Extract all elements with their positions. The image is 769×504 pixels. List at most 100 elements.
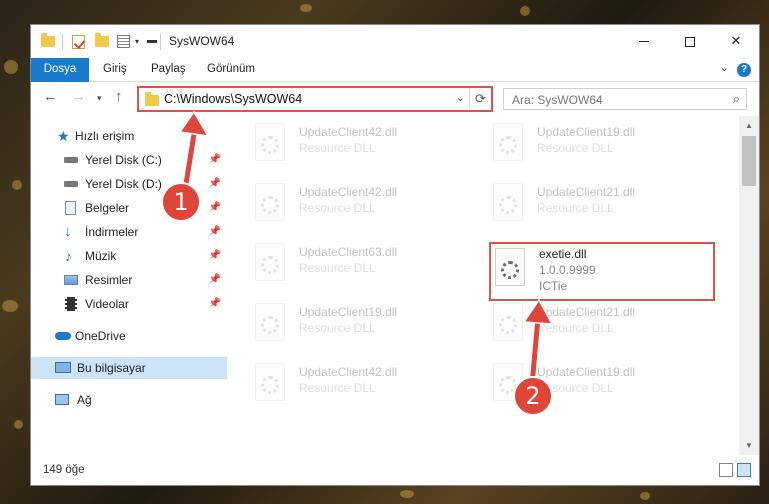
refresh-button[interactable]: ⟳ — [469, 88, 491, 110]
star-icon: ★ — [57, 128, 70, 144]
title-bar: ▾ ▬ SysWOW64 ✕ — [31, 25, 759, 58]
sidebar-item-this-pc[interactable]: Bu bilgisayar — [31, 357, 227, 379]
search-icon[interactable]: ⌕ — [733, 91, 740, 107]
step-1-badge: 1 — [161, 182, 201, 222]
divider — [160, 34, 161, 50]
maximize-button[interactable] — [667, 25, 713, 57]
sidebar-item-label: Müzik — [85, 249, 117, 263]
step-2-badge: 2 — [513, 376, 553, 416]
tab-share[interactable]: Paylaş — [139, 58, 198, 81]
scroll-up-icon[interactable]: ▲ — [739, 119, 759, 133]
new-folder-icon[interactable] — [95, 33, 109, 47]
gear-icon — [499, 136, 517, 154]
chevron-down-icon[interactable]: ▾ — [135, 37, 139, 53]
sidebar-item-label: Hızlı erişim — [75, 129, 135, 143]
tab-home[interactable]: Giriş — [91, 58, 139, 81]
search-placeholder: Ara: SysWOW64 — [512, 93, 603, 107]
sidebar-item-label: Belgeler — [85, 201, 130, 215]
navigation-pane: ★ Hızlı erişim Yerel Disk (C:) 📌 Yerel D… — [31, 116, 227, 456]
help-icon[interactable]: ? — [737, 63, 751, 77]
minimize-button[interactable] — [621, 25, 667, 57]
file-item[interactable]: UpdateClient63.dll Resource DLL — [227, 239, 447, 291]
search-input[interactable]: Ara: SysWOW64 ⌕ — [503, 88, 747, 110]
drive-icon — [64, 181, 78, 187]
documents-icon — [65, 201, 76, 215]
file-name: UpdateClient19.dll — [537, 365, 636, 379]
dll-file-icon — [255, 123, 285, 161]
cloud-icon — [55, 332, 71, 340]
back-button[interactable]: ← — [43, 88, 58, 105]
dll-file-icon — [255, 363, 285, 401]
dll-file-icon — [493, 303, 523, 341]
file-item[interactable]: UpdateClient21.dll Resource DLL — [465, 179, 685, 231]
file-name: UpdateClient42.dll — [299, 365, 398, 379]
pin-icon[interactable]: 📌 — [209, 269, 221, 291]
file-item-exetie[interactable]: exetie.dll 1.0.0.9999 ICTie — [467, 244, 687, 296]
dll-file-icon — [255, 303, 285, 341]
close-button[interactable]: ✕ — [713, 25, 759, 57]
pin-icon[interactable]: 📌 — [209, 293, 221, 315]
details-view-icon[interactable] — [719, 463, 733, 477]
file-description: Resource DLL — [537, 321, 614, 335]
sidebar-item-network[interactable]: Ağ — [31, 389, 227, 411]
properties-icon[interactable] — [117, 35, 130, 48]
status-bar: 149 öğe — [31, 455, 759, 485]
pin-icon[interactable]: 📌 — [209, 149, 221, 171]
forward-button[interactable]: → — [71, 88, 86, 105]
file-item[interactable]: UpdateClient21.dll Resource DLL — [465, 299, 685, 351]
pin-icon[interactable]: 📌 — [209, 197, 221, 219]
gear-icon — [261, 316, 279, 334]
file-item[interactable]: UpdateClient19.dll Resource DLL — [465, 359, 685, 411]
tab-view[interactable]: Görünüm — [195, 58, 267, 81]
address-bar[interactable]: C:\Windows\SysWOW64 ⌄ ⟳ — [137, 86, 493, 112]
file-description: Resource DLL — [299, 381, 376, 395]
chevron-down-icon[interactable]: ⌄ — [720, 61, 729, 74]
gear-icon — [261, 256, 279, 274]
chevron-down-icon[interactable]: ⌄ — [456, 91, 465, 104]
vertical-scrollbar[interactable]: ▲ ▼ — [739, 116, 759, 456]
pin-icon[interactable]: 📌 — [209, 245, 221, 267]
gear-icon — [501, 261, 519, 279]
gear-icon — [499, 316, 517, 334]
dll-file-icon — [255, 183, 285, 221]
network-icon — [55, 394, 69, 405]
address-path[interactable]: C:\Windows\SysWOW64 — [164, 92, 302, 106]
properties-check-icon[interactable] — [72, 35, 85, 49]
sidebar-item-downloads[interactable]: ↓ İndirmeler 📌 — [31, 221, 227, 243]
file-item[interactable]: UpdateClient19.dll Resource DLL — [227, 299, 447, 351]
sidebar-item-label: Yerel Disk (D:) — [85, 177, 162, 191]
customize-toolbar-icon[interactable]: ▬ — [147, 35, 157, 51]
dll-file-icon — [255, 243, 285, 281]
file-description: Resource DLL — [537, 141, 614, 155]
sidebar-item-onedrive[interactable]: OneDrive — [31, 325, 227, 347]
address-row: ← → ▾ ↑ C:\Windows\SysWOW64 ⌄ ⟳ Ara: Sys… — [31, 82, 759, 116]
file-name: exetie.dll — [539, 247, 587, 261]
sidebar-item-label: Yerel Disk (C:) — [85, 153, 162, 167]
scroll-down-icon[interactable]: ▼ — [739, 439, 759, 453]
pin-icon[interactable]: 📌 — [209, 221, 221, 243]
file-item[interactable]: UpdateClient19.dll Resource DLL — [465, 119, 685, 171]
item-count: 149 öğe — [43, 464, 85, 476]
sidebar-item-local-disk-c[interactable]: Yerel Disk (C:) 📌 — [31, 149, 227, 171]
scrollbar-thumb[interactable] — [742, 136, 756, 186]
sidebar-item-label: Resimler — [85, 273, 133, 287]
sidebar-item-quick-access[interactable]: ★ Hızlı erişim — [31, 125, 227, 147]
recent-locations-button[interactable]: ▾ — [97, 93, 102, 104]
sidebar-item-pictures[interactable]: Resimler 📌 — [31, 269, 227, 291]
file-item[interactable]: UpdateClient42.dll Resource DLL — [227, 359, 447, 411]
file-item[interactable]: UpdateClient42.dll Resource DLL — [227, 179, 447, 231]
folder-icon — [145, 92, 159, 106]
file-description: Resource DLL — [299, 261, 376, 275]
file-name: UpdateClient19.dll — [537, 125, 636, 139]
sidebar-item-videos[interactable]: Videolar 📌 — [31, 293, 227, 315]
file-description: Resource DLL — [299, 201, 376, 215]
tiles-view-icon[interactable] — [737, 463, 751, 477]
folder-icon — [41, 33, 55, 47]
file-version: 1.0.0.9999 — [539, 263, 596, 277]
up-button[interactable]: ↑ — [115, 88, 123, 105]
drive-icon — [64, 157, 78, 163]
sidebar-item-music[interactable]: ♪ Müzik 📌 — [31, 245, 227, 267]
pin-icon[interactable]: 📌 — [209, 173, 221, 195]
file-item[interactable]: UpdateClient42.dll Resource DLL — [227, 119, 447, 171]
gear-icon — [261, 376, 279, 394]
